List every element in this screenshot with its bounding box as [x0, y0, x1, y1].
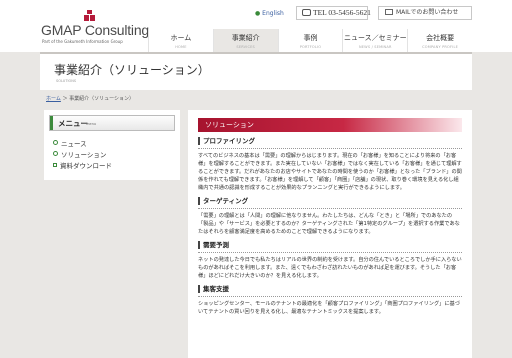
paragraph-targeting: 「需要」の理解とは「人間」の理解に他なりません。わたしたちは、どんな「とき」と「… [198, 213, 460, 235]
sidebar-item-solution[interactable]: ソリューション [53, 148, 173, 159]
logo-subtitle: Part of the Gakumeth Information Group [42, 39, 123, 44]
breadcrumb-current: 事業紹介（ソリューション） [69, 96, 134, 102]
sidebar-item-download[interactable]: 資料ダウンロード [53, 159, 173, 170]
phone-icon [302, 9, 311, 16]
phone-number: TEL 03-5456-5621 [296, 6, 371, 20]
menu-header: メニュー menu [49, 115, 175, 131]
heading-attraction-wrap: 集客支援 [198, 285, 462, 297]
english-link[interactable]: ● English [255, 10, 284, 17]
logo-text[interactable]: GMAP Consulting [41, 22, 149, 38]
breadcrumb: ホーム ＞ 事業紹介（ソリューション） [46, 95, 134, 102]
mail-contact-label: MAILでのお問い合わせ [396, 9, 459, 16]
mail-icon [385, 9, 393, 15]
phone-number-text: TEL 03-5456-5621 [313, 8, 371, 17]
nav-news-sub: NEWS / SEMINAR [358, 45, 392, 49]
sidebar-item-news[interactable]: ニュース [53, 137, 173, 148]
bullet-icon: ● [255, 10, 261, 17]
main-content: ソリューション プロファイリング すべてのビジネスの基本は「需要」の理解からはじ… [188, 110, 472, 358]
nav-company-sub: COMPANY PROFILE [422, 45, 459, 49]
sidebar-item-label: ソリューション [61, 150, 107, 159]
english-link-label: English [262, 10, 284, 17]
menu-title: メニュー [58, 119, 88, 128]
nav-home[interactable]: ホーム HOME [148, 29, 213, 52]
nav-portfolio[interactable]: 事例 PORTFOLIO [277, 29, 343, 52]
nav-home-sub: HOME [175, 45, 187, 49]
nav-company[interactable]: 会社概要 COMPANY PROFILE [407, 29, 472, 52]
nav-news-label: ニュース／セミナー [343, 34, 407, 42]
nav-home-label: ホーム [170, 34, 192, 42]
nav-services-sub: SERVICES [236, 45, 255, 49]
heading-profiling-wrap: プロファイリング [198, 137, 462, 149]
global-nav: ホーム HOME 事業紹介 SERVICES 事例 PORTFOLIO ニュース… [148, 29, 472, 52]
menu-subtitle: menu [86, 122, 96, 126]
page-banner: 事業紹介（ソリューション） SOLUTIONS [40, 52, 472, 90]
nav-portfolio-sub: PORTFOLIO [299, 45, 322, 49]
heading-attraction: 集客支援 [198, 285, 462, 293]
site-header: GMAP Consulting Part of the Gakumeth Inf… [0, 0, 512, 52]
sidebar: メニュー menu ニュース ソリューション 資料ダウンロード [44, 110, 180, 180]
nav-company-label: 会社概要 [426, 34, 455, 42]
sidebar-item-label: ニュース [61, 139, 87, 148]
paragraph-attraction: ショッピングセンター、モールのテナントの最適化を「顧客プロファイリング」「商圏プ… [198, 301, 460, 315]
page-subtitle: SOLUTIONS [56, 79, 77, 83]
page-title: 事業紹介（ソリューション） [54, 63, 210, 77]
sidebar-item-label: 資料ダウンロード [60, 161, 112, 170]
nav-services[interactable]: 事業紹介 SERVICES [212, 29, 278, 52]
square-bullet-icon [53, 162, 57, 167]
mail-contact-button[interactable]: MAILでのお問い合わせ [378, 6, 472, 20]
heading-profiling: プロファイリング [198, 137, 462, 145]
heading-targeting: ターゲティング [198, 197, 462, 205]
paragraph-forecast: ネットの発達した今日でも私たちはリアルの世界の制約を受けます。自分の住んでいると… [198, 257, 462, 279]
heading-forecast: 需要予測 [198, 241, 462, 249]
section-title-bar: ソリューション [198, 118, 462, 132]
menu-accent [50, 116, 53, 130]
heading-forecast-wrap: 需要予測 [198, 241, 462, 253]
nav-news[interactable]: ニュース／セミナー NEWS / SEMINAR [342, 29, 407, 52]
circle-bullet-icon [53, 140, 58, 145]
nav-portfolio-label: 事例 [303, 34, 318, 42]
circle-bullet-icon [53, 151, 58, 156]
logo-mark-icon[interactable] [84, 10, 96, 22]
breadcrumb-separator: ＞ [62, 96, 68, 102]
heading-targeting-wrap: ターゲティング [198, 197, 462, 209]
menu-list: ニュース ソリューション 資料ダウンロード [53, 137, 173, 170]
paragraph-profiling: すべてのビジネスの基本は「需要」の理解からはじまります。現在の「お客様」を知るこ… [198, 153, 462, 191]
breadcrumb-home[interactable]: ホーム [46, 96, 61, 102]
nav-services-label: 事業紹介 [231, 34, 260, 42]
